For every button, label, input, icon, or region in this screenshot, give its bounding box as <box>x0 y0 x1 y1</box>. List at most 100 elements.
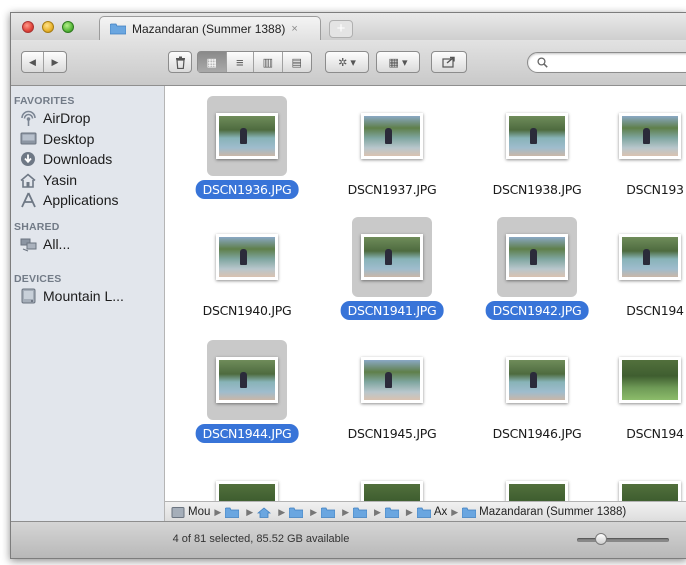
file-item[interactable]: DSCN1940.JPG <box>177 217 317 327</box>
file-item[interactable]: DSCN193 <box>610 96 686 206</box>
folder-icon <box>352 507 367 518</box>
path-item-folder[interactable] <box>289 507 306 518</box>
file-item[interactable] <box>467 464 607 501</box>
file-item[interactable] <box>610 464 686 501</box>
file-item[interactable]: DSCN1936.JPG <box>177 96 317 206</box>
search-input[interactable] <box>552 55 686 69</box>
sidebar: FAVORITES AirDrop Desktop Downloads Yasi… <box>11 86 165 522</box>
sidebar-item-label: Applications <box>43 192 119 208</box>
sidebar-header-devices: DEVICES <box>14 273 62 285</box>
sidebar-item-downloads[interactable]: Downloads <box>19 149 112 169</box>
file-thumbnail <box>610 96 686 176</box>
file-item[interactable] <box>177 464 317 501</box>
icon-size-slider[interactable] <box>577 538 669 542</box>
new-tab-button[interactable]: + <box>329 20 353 38</box>
coverflow-view-button[interactable]: ▤ <box>283 52 311 72</box>
file-item[interactable]: DSCN1937.JPG <box>322 96 462 206</box>
sidebar-item-label: All... <box>43 236 71 252</box>
folder-icon <box>289 507 304 518</box>
sidebar-item-label: Yasin <box>43 172 77 188</box>
sidebar-item-desktop[interactable]: Desktop <box>19 129 94 149</box>
file-item[interactable]: DSCN194 <box>610 217 686 327</box>
file-item[interactable]: DSCN1944.JPG <box>177 340 317 450</box>
network-icon <box>19 235 37 253</box>
tab-close-icon[interactable]: × <box>291 23 297 35</box>
applications-icon <box>19 191 37 209</box>
status-bar: 4 of 81 selected, 85.52 GB available <box>11 521 686 558</box>
folder-icon <box>225 507 240 518</box>
file-thumbnail <box>497 96 577 176</box>
path-item-folder[interactable] <box>225 507 242 518</box>
path-item-folder[interactable] <box>321 507 338 518</box>
folder-icon <box>462 507 477 518</box>
icon-size-slider-handle[interactable] <box>595 533 607 545</box>
tab-title: Mazandaran (Summer 1388) <box>132 21 286 36</box>
path-item-current[interactable]: Mazandaran (Summer 1388) <box>462 506 626 518</box>
toolbar: ◀ ▶ ▦ ≡ ▥ ▤ ✲ ▾ ▦ ▾ <box>11 40 686 86</box>
path-item-folder[interactable] <box>384 507 402 518</box>
file-item[interactable]: DSCN1941.JPG <box>322 217 462 327</box>
path-item-ax[interactable]: Ax <box>416 506 448 518</box>
path-item-label: Ax <box>433 506 448 518</box>
sidebar-item-label: Desktop <box>43 131 95 147</box>
status-text: 4 of 81 selected, 85.52 GB available <box>172 533 350 545</box>
path-separator-icon: ▶ <box>310 506 318 517</box>
file-item[interactable]: DSCN1942.JPG <box>467 217 607 327</box>
file-item[interactable]: DSCN194 <box>610 340 686 450</box>
zoom-window-button[interactable] <box>62 21 74 33</box>
arrange-menu-button[interactable]: ▦ ▾ <box>376 51 420 73</box>
share-button[interactable] <box>431 51 467 73</box>
file-name: DSCN1944.JPG <box>195 424 299 443</box>
search-field[interactable] <box>527 52 686 73</box>
file-thumbnail <box>610 464 686 501</box>
path-separator-icon: ▶ <box>278 506 286 517</box>
photo-icon <box>506 234 568 280</box>
share-icon <box>442 56 455 68</box>
folder-icon <box>321 507 336 518</box>
photo-icon <box>361 357 423 403</box>
file-name: DSCN194 <box>626 426 684 441</box>
file-thumbnail <box>207 464 287 501</box>
photo-icon <box>619 113 681 159</box>
sidebar-item-all[interactable]: All... <box>19 234 70 254</box>
back-button[interactable]: ◀ <box>22 52 45 72</box>
close-window-button[interactable] <box>22 21 34 33</box>
sidebar-header-favorites: FAVORITES <box>14 95 75 107</box>
photo-icon <box>216 357 278 403</box>
file-thumbnail <box>352 96 432 176</box>
file-thumbnail <box>610 340 686 420</box>
path-separator-icon: ▶ <box>405 506 413 517</box>
forward-button[interactable]: ▶ <box>44 52 66 72</box>
path-item-folder[interactable] <box>352 507 370 518</box>
photo-icon <box>619 234 681 280</box>
title-bar: Mazandaran (Summer 1388) × + <box>11 13 686 40</box>
path-item-label: Mou <box>188 506 211 518</box>
minimize-window-button[interactable] <box>42 21 54 33</box>
action-menu-button[interactable]: ✲ ▾ <box>325 51 369 73</box>
trash-button[interactable] <box>168 51 192 73</box>
path-item-disk[interactable]: Mou <box>171 506 210 518</box>
tab-mazandaran[interactable]: Mazandaran (Summer 1388) × <box>99 16 321 40</box>
file-thumbnail <box>352 340 432 420</box>
sidebar-item-airdrop[interactable]: AirDrop <box>19 108 90 128</box>
column-view-button[interactable]: ▥ <box>254 52 283 72</box>
folder-icon <box>416 507 431 518</box>
file-name: DSCN1945.JPG <box>347 426 437 441</box>
file-item[interactable]: DSCN1946.JPG <box>467 340 607 450</box>
sidebar-item-mountain-lion[interactable]: Mountain L... <box>19 286 124 306</box>
home-icon <box>19 171 37 189</box>
file-item[interactable] <box>322 464 462 501</box>
photo-icon <box>619 357 681 403</box>
file-item[interactable]: DSCN1938.JPG <box>467 96 607 206</box>
file-thumbnail <box>497 217 577 297</box>
photo-icon <box>506 357 568 403</box>
sidebar-item-applications[interactable]: Applications <box>19 190 119 210</box>
path-item-home[interactable] <box>257 506 274 518</box>
file-item[interactable]: DSCN1945.JPG <box>322 340 462 450</box>
list-view-button[interactable]: ≡ <box>227 52 255 72</box>
icon-view-button[interactable]: ▦ <box>198 52 227 72</box>
hard-drive-icon <box>171 506 185 518</box>
sidebar-item-yasin[interactable]: Yasin <box>19 170 77 190</box>
photo-icon <box>361 234 423 280</box>
file-name: DSCN1942.JPG <box>485 301 589 320</box>
